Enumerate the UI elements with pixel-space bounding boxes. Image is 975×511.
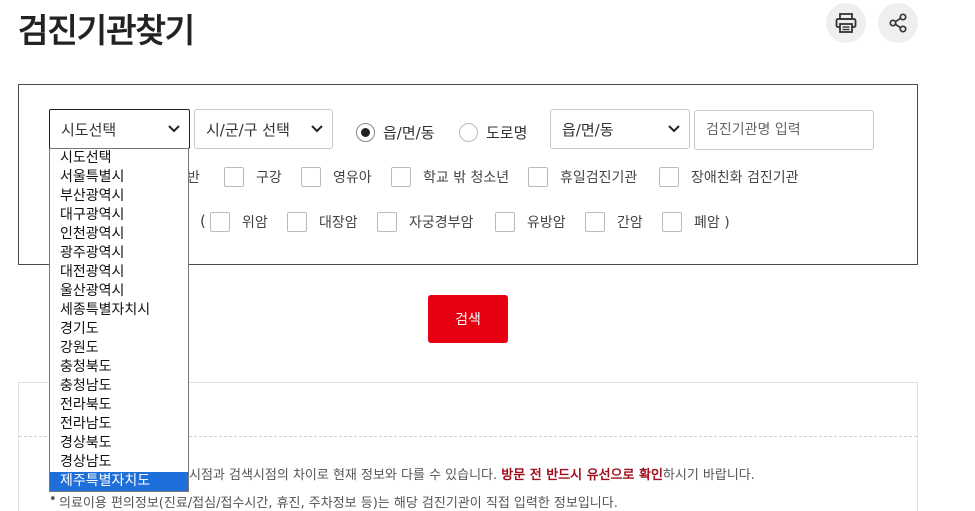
dropdown-option[interactable]: 충청남도 xyxy=(50,377,188,396)
chevron-down-icon xyxy=(168,125,180,133)
checkbox-label: 대장암 xyxy=(319,215,358,231)
chevron-down-icon xyxy=(311,125,323,133)
printer-icon xyxy=(835,13,857,33)
checkbox-infant[interactable]: 영유아 xyxy=(301,167,372,187)
eupmyeondong-select-value: 읍/면/동 xyxy=(562,120,614,139)
dropdown-option[interactable]: 대전광역시 xyxy=(50,263,188,282)
checkbox-stomach-cancer[interactable]: 위암 xyxy=(210,212,268,232)
dropdown-option[interactable]: 부산광역시 xyxy=(50,187,188,206)
checkbox-box xyxy=(659,167,679,187)
sigungu-select[interactable]: 시/군/구 선택 xyxy=(194,109,333,149)
dropdown-option[interactable]: 서울특별시 xyxy=(50,168,188,187)
checkbox-box xyxy=(377,212,397,232)
radio-eupmyeondong-label: 읍/면/동 xyxy=(383,124,435,142)
sido-select[interactable]: 시도선택 xyxy=(49,109,190,149)
sigungu-select-value: 시/군/구 선택 xyxy=(206,120,290,139)
dropdown-option[interactable]: 전라남도 xyxy=(50,415,188,434)
checkbox-box xyxy=(495,212,515,232)
checkbox-label: 영유아 xyxy=(333,170,372,186)
checkbox-box xyxy=(662,212,682,232)
checkbox-box xyxy=(585,212,605,232)
checkbox-liver-cancer[interactable]: 간암 xyxy=(585,212,643,232)
radio-unchecked-icon xyxy=(459,123,478,142)
checkbox-lung-cancer[interactable]: 폐암 ) xyxy=(662,212,730,232)
dropdown-option[interactable]: 경상북도 xyxy=(50,434,188,453)
notice-2-text: 의료이용 편의정보(진료/접심/접수시간, 휴진, 주차정보 등)는 해당 검진… xyxy=(59,496,618,511)
dropdown-option[interactable]: 경기도 xyxy=(50,320,188,339)
checkbox-oral[interactable]: 구강 xyxy=(224,167,282,187)
radio-checked-icon xyxy=(356,123,375,142)
checkbox-label: 휴일검진기관 xyxy=(560,170,638,186)
dropdown-option[interactable]: 광주광역시 xyxy=(50,244,188,263)
share-button[interactable] xyxy=(878,3,918,43)
sido-select-value: 시도선택 xyxy=(61,120,117,139)
checkbox-breast-cancer[interactable]: 유방암 xyxy=(495,212,566,232)
notice-line-1: 시점과 검색시점의 차이로 현재 정보와 다를 수 있습니다. 방문 전 반드시… xyxy=(189,464,755,483)
dropdown-option[interactable]: 인천광역시 xyxy=(50,225,188,244)
page-title: 검진기관찾기 xyxy=(18,11,195,50)
dropdown-option[interactable]: 세종특별자치시 xyxy=(50,301,188,320)
checkbox-label: 구강 xyxy=(256,170,282,186)
paren-open: ( xyxy=(200,212,206,230)
dropdown-option[interactable]: 전라북도 xyxy=(50,396,188,415)
chevron-down-icon xyxy=(668,125,680,133)
search-button[interactable]: 검색 xyxy=(428,295,508,343)
notice-line-2: • 의료이용 편의정보(진료/접심/접수시간, 휴진, 주차정보 등)는 해당 … xyxy=(49,492,618,511)
dropdown-option[interactable]: 경상남도 xyxy=(50,453,188,472)
checkbox-label: 학교 밖 청소년 xyxy=(423,170,510,186)
dropdown-option[interactable]: 충청북도 xyxy=(50,358,188,377)
checkbox-colon-cancer[interactable]: 대장암 xyxy=(287,212,358,232)
checkbox-holiday[interactable]: 휴일검진기관 xyxy=(528,167,637,187)
dropdown-option[interactable]: 울산광역시 xyxy=(50,282,188,301)
checkbox-box xyxy=(391,167,411,187)
institution-name-input[interactable] xyxy=(694,110,874,150)
print-button[interactable] xyxy=(826,3,866,43)
checkbox-box xyxy=(224,167,244,187)
checkbox-label: 폐암 ) xyxy=(694,215,730,231)
dropdown-option[interactable]: 제주특별자치도 xyxy=(50,472,188,491)
checkbox-label: 간암 xyxy=(617,215,643,231)
radio-eupmyeondong[interactable]: 읍/면/동 xyxy=(356,122,435,143)
dropdown-option[interactable]: 대구광역시 xyxy=(50,206,188,225)
checkbox-disability-friendly[interactable]: 장애친화 검진기관 xyxy=(659,167,799,187)
dropdown-option[interactable]: 시도선택 xyxy=(50,149,188,168)
checkbox-label: 위암 xyxy=(242,215,268,231)
notice-1-text: 시점과 검색시점의 차이로 현재 정보와 다를 수 있습니다. xyxy=(189,468,498,483)
notice-1-suffix: 하시기 바랍니다. xyxy=(662,468,755,483)
checkbox-box xyxy=(287,212,307,232)
share-icon xyxy=(889,13,907,33)
checkbox-box xyxy=(528,167,548,187)
checkbox-label: 자궁경부암 xyxy=(409,215,474,231)
checkbox-box xyxy=(210,212,230,232)
checkbox-label: 장애친화 검진기관 xyxy=(691,170,799,186)
radio-doro-label: 도로명 xyxy=(486,124,528,142)
checkbox-out-of-school-youth[interactable]: 학교 밖 청소년 xyxy=(391,167,509,187)
bullet-icon: • xyxy=(49,492,57,507)
dropdown-option[interactable]: 강원도 xyxy=(50,339,188,358)
notice-1-emphasis: 방문 전 반드시 유선으로 확인 xyxy=(501,468,663,483)
checkbox-cervical-cancer[interactable]: 자궁경부암 xyxy=(377,212,473,232)
sido-dropdown-list[interactable]: 시도선택 서울특별시 부산광역시 대구광역시 인천광역시 광주광역시 대전광역시 울산광역시 세… xyxy=(49,148,189,492)
radio-doro[interactable]: 도로명 xyxy=(459,122,527,143)
checkbox-box xyxy=(301,167,321,187)
eupmyeondong-select[interactable]: 읍/면/동 xyxy=(550,109,690,149)
checkbox-label: 유방암 xyxy=(527,215,566,231)
